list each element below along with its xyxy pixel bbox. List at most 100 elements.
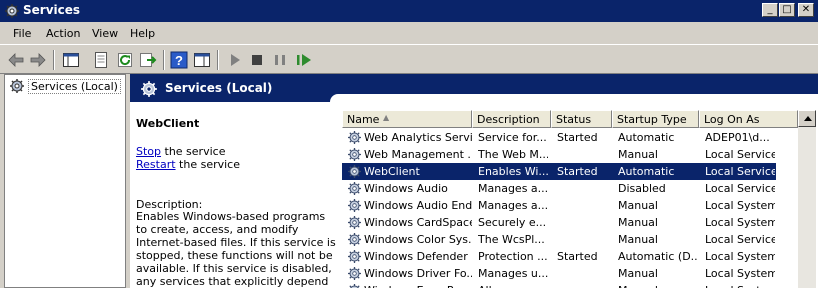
service-startup-cell: Automatic xyxy=(618,131,675,144)
help-icon[interactable]: ? xyxy=(170,51,188,69)
minimize-icon: _ xyxy=(767,4,773,15)
service-logon-cell: Local System xyxy=(705,284,775,288)
description-text: Enables Windows-based programs to create… xyxy=(136,210,336,288)
table-row[interactable]: Web Management ... The Web M... Manual Loca… xyxy=(342,146,776,163)
service-logon-cell: Local Service xyxy=(705,148,775,161)
show-hide-action-pane-icon[interactable] xyxy=(193,51,211,69)
stop-service-link[interactable]: Stop xyxy=(136,145,161,158)
service-name-cell: Windows Defender xyxy=(364,250,468,263)
column-description-header[interactable]: Description xyxy=(472,110,551,128)
column-status-header[interactable]: Status xyxy=(551,110,612,128)
service-startup-cell: Manual xyxy=(618,199,658,212)
table-row[interactable]: Web Analytics Service Service for... Start… xyxy=(342,129,776,146)
service-name-cell: Windows Color Sys... xyxy=(364,233,472,246)
column-header-label: Status xyxy=(556,113,592,126)
refresh-icon[interactable] xyxy=(116,51,134,69)
maximize-icon: □ xyxy=(782,4,792,15)
table-row[interactable]: Windows Defender Protection ... Started Aut… xyxy=(342,248,776,265)
pause-service-icon[interactable] xyxy=(271,51,289,69)
stop-action-row: Stop the service xyxy=(136,145,225,158)
service-logon-cell: Local Service xyxy=(705,182,775,195)
column-startup-type-header[interactable]: Startup Type xyxy=(612,110,699,128)
service-name-cell: Web Management ... xyxy=(364,148,472,161)
tree-item-services-local[interactable]: Services (Local) xyxy=(9,77,121,95)
column-name-header[interactable]: Name ▲ xyxy=(342,110,472,128)
service-description-cell: Allows erro... xyxy=(478,284,548,288)
service-gear-icon xyxy=(347,249,362,264)
close-button[interactable]: ✕ xyxy=(798,3,814,17)
forward-arrow-icon[interactable] xyxy=(29,51,47,69)
table-row[interactable]: Windows Audio Manages a... Disabled Local S… xyxy=(342,180,776,197)
stop-action-suffix: the service xyxy=(161,145,226,158)
table-row[interactable]: Windows Driver Fo... Manages u... Manual Lo… xyxy=(342,265,776,282)
service-gear-icon xyxy=(347,198,362,213)
service-startup-cell: Automatic (D... xyxy=(618,250,698,263)
back-arrow-icon[interactable] xyxy=(7,51,25,69)
minimize-button[interactable]: _ xyxy=(762,3,778,17)
table-row[interactable]: WebClient Enables Wi... Started Automatic Lo… xyxy=(342,163,776,180)
table-row[interactable]: Windows CardSpace Securely e... Manual Loca… xyxy=(342,214,776,231)
service-name-cell: Windows Audio xyxy=(364,182,448,195)
service-description-cell: The WcsPl... xyxy=(478,233,545,246)
restart-service-icon[interactable] xyxy=(295,51,313,69)
service-gear-icon xyxy=(347,283,362,288)
services-gear-icon xyxy=(5,4,19,18)
export-list-icon[interactable] xyxy=(139,51,157,69)
service-startup-cell: Automatic xyxy=(618,165,675,178)
service-startup-cell: Manual xyxy=(618,233,658,246)
start-service-icon[interactable] xyxy=(226,51,244,69)
service-name-cell: Windows Error Rep... xyxy=(364,284,472,288)
service-gear-icon xyxy=(347,147,362,162)
service-detail-panel: WebClient Stop the service Restart the s… xyxy=(130,102,338,288)
vertical-scrollbar[interactable] xyxy=(798,110,816,288)
properties-icon[interactable] xyxy=(92,51,110,69)
service-startup-cell: Manual xyxy=(618,216,658,229)
service-name-cell: Web Analytics Service xyxy=(364,131,472,144)
menu-view[interactable]: View xyxy=(92,27,118,40)
menu-file[interactable]: File xyxy=(13,27,31,40)
tree-item-label: Services (Local) xyxy=(28,78,121,94)
service-name-cell: WebClient xyxy=(364,165,420,178)
services-gear-icon xyxy=(10,79,24,93)
table-row[interactable]: Windows Color Sys... The WcsPl... Manual Lo… xyxy=(342,231,776,248)
service-description-cell: Enables Wi... xyxy=(478,165,548,178)
service-startup-cell: Manual xyxy=(618,284,698,288)
column-header-label: Startup Type xyxy=(617,113,687,126)
service-description-cell: Manages a... xyxy=(478,199,548,212)
service-logon-cell: Local Service xyxy=(705,233,775,246)
title-bar[interactable]: Services _ □ ✕ xyxy=(0,0,818,22)
column-header-label: Log On As xyxy=(704,113,760,126)
restart-service-link[interactable]: Restart xyxy=(136,158,176,171)
restart-action-row: Restart the service xyxy=(136,158,240,171)
service-description-cell: Manages a... xyxy=(478,182,548,195)
service-status-cell: Started xyxy=(557,131,598,144)
console-tree: Services (Local) xyxy=(4,74,126,288)
column-log-on-as-header[interactable]: Log On As xyxy=(699,110,798,128)
service-gear-icon xyxy=(347,215,362,230)
table-row[interactable]: Windows Audio End... Manages a... Manual Lo… xyxy=(342,197,776,214)
service-gear-icon xyxy=(347,232,362,247)
services-list[interactable]: Name ▲ Description Status Startup Type Log On… xyxy=(342,110,818,288)
service-gear-icon xyxy=(347,266,362,281)
scroll-up-button[interactable] xyxy=(798,110,816,127)
svg-text:?: ? xyxy=(175,53,183,68)
maximize-button[interactable]: □ xyxy=(779,3,795,17)
service-startup-cell: Manual xyxy=(618,267,658,280)
menu-help[interactable]: Help xyxy=(130,27,155,40)
toolbar: ? xyxy=(0,44,818,74)
menu-action[interactable]: Action xyxy=(46,27,80,40)
table-row[interactable]: Windows Error Rep... Allows erro... Manual… xyxy=(342,282,776,288)
panel-title: Services (Local) xyxy=(165,81,273,95)
service-description-cell: Protection ... xyxy=(478,250,548,263)
service-status-cell: Started xyxy=(557,165,598,178)
restart-action-suffix: the service xyxy=(175,158,240,171)
close-icon: ✕ xyxy=(801,4,811,15)
show-hide-console-tree-icon[interactable] xyxy=(62,51,80,69)
stop-service-icon[interactable] xyxy=(248,51,266,69)
selected-service-name: WebClient xyxy=(136,117,200,130)
service-logon-cell: Local System xyxy=(705,199,775,212)
sort-ascending-icon: ▲ xyxy=(383,113,390,122)
service-name-cell: Windows Driver Fo... xyxy=(364,267,472,280)
column-header-label: Description xyxy=(477,113,540,126)
menu-bar: File Action View Help xyxy=(0,24,818,44)
